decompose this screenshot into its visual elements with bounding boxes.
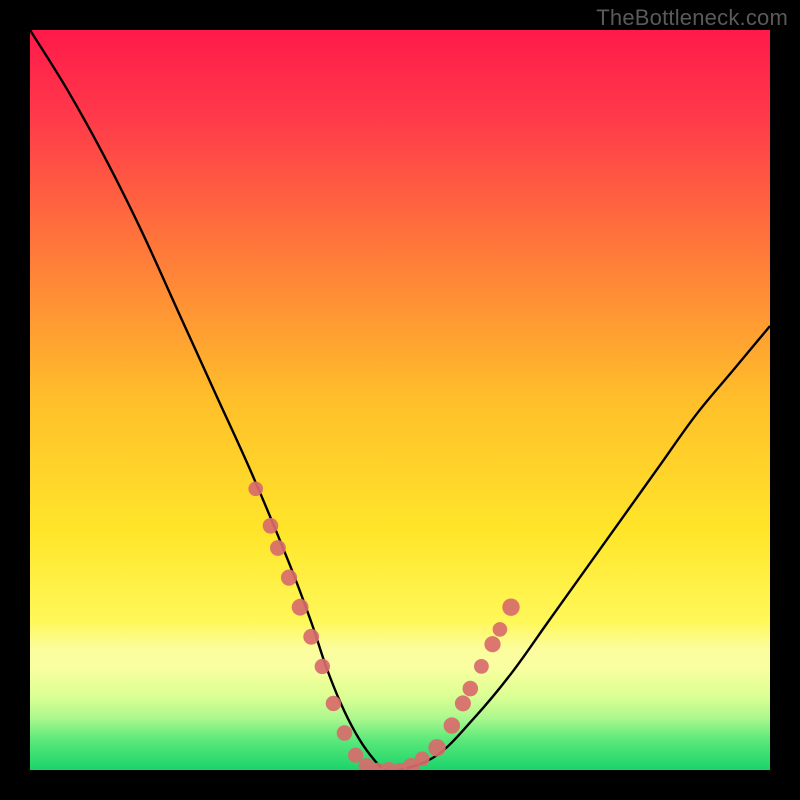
highlight-dot [292, 599, 309, 616]
curve-layer [30, 30, 770, 770]
highlight-dot [444, 717, 460, 733]
highlight-dot [303, 629, 319, 645]
highlight-dot [337, 725, 353, 741]
highlight-dot [455, 695, 471, 711]
highlight-dot [463, 681, 479, 697]
highlight-dot [248, 482, 263, 497]
highlight-dot [415, 752, 430, 767]
highlight-dot [484, 636, 500, 652]
highlight-dot [502, 599, 519, 616]
highlight-dot [263, 518, 279, 534]
chart-frame: TheBottleneck.com [0, 0, 800, 800]
highlight-dot [326, 696, 341, 711]
highlight-dots [248, 482, 519, 771]
highlight-dot [474, 659, 489, 674]
highlight-dot [270, 540, 286, 556]
highlight-dot [315, 659, 330, 674]
highlight-dot [493, 622, 508, 637]
watermark-text: TheBottleneck.com [596, 5, 788, 31]
plot-area [30, 30, 770, 770]
bottleneck-curve [30, 30, 770, 770]
highlight-dot [281, 570, 297, 586]
highlight-dot [428, 739, 445, 756]
